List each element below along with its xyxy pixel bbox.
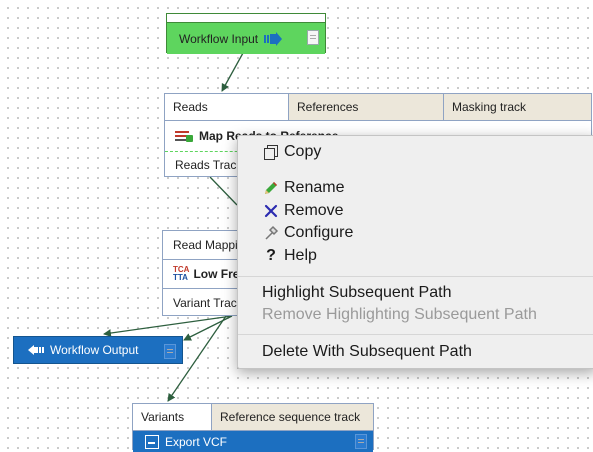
connector-input-to-reads — [221, 52, 244, 92]
port-masking-track[interactable]: Masking track — [444, 94, 591, 120]
low-frequency-title: Low Frequency Variant Detection — [193, 267, 241, 281]
menu-item-configure[interactable]: Configure — [262, 224, 353, 242]
wrench-icon — [262, 225, 280, 241]
export-vcf-title: Export VCF — [165, 434, 228, 449]
workflow-input-port-strip — [167, 14, 325, 23]
menu-item-remove-highlighting: Remove Highlighting Subsequent Path — [262, 306, 537, 323]
pencil-icon — [262, 180, 280, 196]
context-menu[interactable]: Copy Rename Remove Configure ? Help High… — [237, 135, 593, 369]
menu-separator — [238, 276, 593, 277]
document-icon — [164, 344, 176, 359]
menu-item-remove[interactable]: Remove — [262, 202, 344, 220]
input-arrow-icon — [264, 31, 283, 46]
low-frequency-element[interactable]: Read Mapping TCATTA Low Frequency Varian… — [162, 230, 242, 316]
map-reads-icon — [175, 130, 193, 142]
workflow-input-element[interactable]: Workflow Input — [166, 13, 326, 54]
menu-item-highlight-path[interactable]: Highlight Subsequent Path — [262, 284, 451, 302]
x-icon — [262, 204, 280, 218]
port-references[interactable]: References — [289, 94, 444, 120]
output-variant-track[interactable]: Variant Track — [163, 289, 241, 317]
document-icon — [355, 434, 367, 449]
export-vcf-element[interactable]: Variants Reference sequence track Export… — [132, 403, 374, 452]
port-read-mapping[interactable]: Read Mapping — [163, 231, 241, 260]
port-reference-sequence-track[interactable]: Reference sequence track — [212, 404, 373, 430]
menu-separator — [238, 334, 593, 335]
port-variants[interactable]: Variants — [133, 404, 212, 430]
menu-item-delete-path[interactable]: Delete With Subsequent Path — [262, 343, 472, 361]
workflow-output-label: Workflow Output — [50, 343, 139, 357]
output-reads-track[interactable]: Reads Track — [175, 158, 242, 172]
workflow-output-element[interactable]: Workflow Output — [13, 336, 183, 364]
export-icon — [145, 434, 159, 449]
tcatta-icon: TCA TTA — [173, 265, 190, 282]
menu-item-help[interactable]: ? Help — [262, 247, 317, 265]
question-icon: ? — [266, 247, 276, 264]
menu-item-rename[interactable]: Rename — [262, 179, 344, 197]
copy-icon — [262, 144, 280, 160]
menu-item-copy[interactable]: Copy — [262, 143, 321, 161]
document-icon — [307, 30, 319, 45]
workflow-input-label: Workflow Input — [179, 31, 259, 46]
connector-reads-track — [209, 176, 238, 206]
port-reads[interactable]: Reads — [165, 94, 289, 120]
output-arrow-icon — [28, 345, 44, 355]
